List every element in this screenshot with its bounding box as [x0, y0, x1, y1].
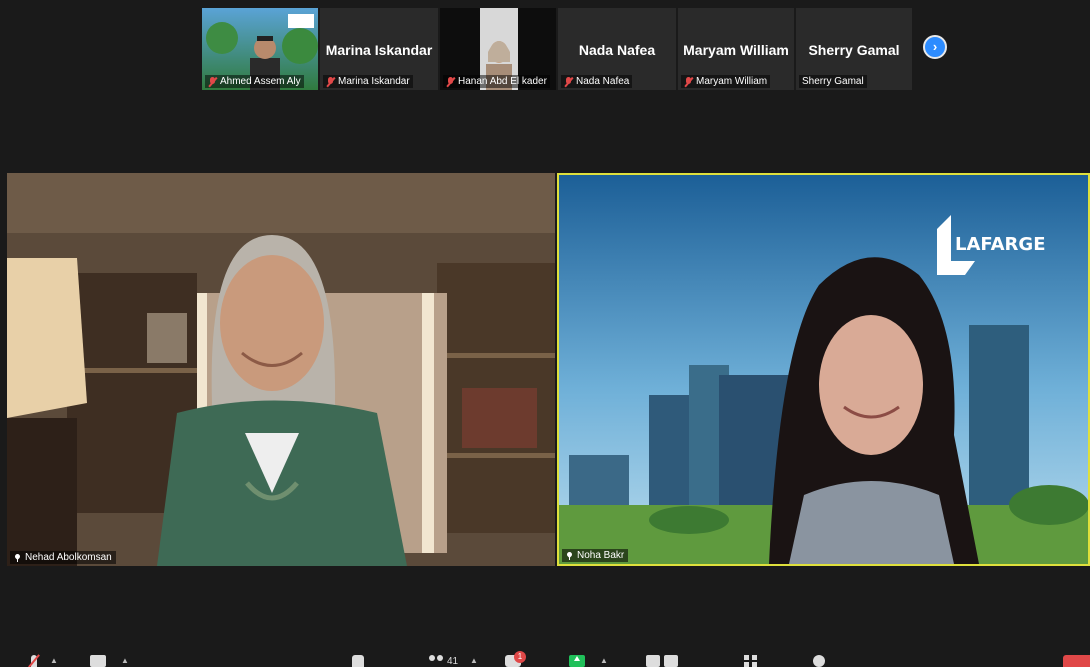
- participant-display-name: Marina Iskandar: [325, 42, 433, 58]
- chevron-up-icon[interactable]: ▲: [50, 656, 58, 665]
- apps-icon[interactable]: [744, 655, 758, 667]
- meeting-toolbar: ▲ ▲ ▲ ▲: [0, 650, 1090, 667]
- share-screen-icon[interactable]: [569, 655, 585, 667]
- mic-muted-icon: [564, 76, 573, 87]
- reactions-icon[interactable]: [813, 655, 825, 667]
- video-icon[interactable]: [90, 655, 106, 667]
- participant-label: Hanan Abd El kader: [443, 75, 550, 88]
- gallery-strip: Ahmed Assem Aly Marina Iskandar Marina I…: [201, 7, 913, 91]
- participant-name: Ahmed Assem Aly: [220, 76, 301, 87]
- participant-name: Nada Nafea: [576, 76, 630, 87]
- participant-name: Hanan Abd El kader: [458, 76, 547, 87]
- participant-display-name: Maryam William: [683, 42, 789, 58]
- participant-label: Marina Iskandar: [323, 75, 413, 88]
- mic-muted-icon: [208, 76, 217, 87]
- chevron-up-icon[interactable]: ▲: [600, 656, 608, 665]
- participant-name: Noha Bakr: [577, 550, 625, 561]
- participant-label: Noha Bakr: [562, 549, 629, 562]
- pin-icon: [14, 554, 21, 562]
- participant-name: Nehad Abolkomsan: [25, 552, 112, 563]
- mic-muted-icon[interactable]: [27, 655, 41, 667]
- participant-tile[interactable]: Maryam William Maryam William: [677, 7, 795, 91]
- participant-tile[interactable]: Hanan Abd El kader: [439, 7, 557, 91]
- record-icon[interactable]: [646, 655, 680, 667]
- participant-display-name: Nada Nafea: [578, 42, 656, 58]
- video-pane-right-active-speaker[interactable]: LAFARGE Noha Bakr: [557, 173, 1090, 566]
- mic-muted-icon: [326, 76, 335, 87]
- participant-tile[interactable]: Nada Nafea Nada Nafea: [557, 7, 677, 91]
- mic-muted-icon: [446, 76, 455, 87]
- participant-label: Sherry Gamal: [799, 75, 867, 88]
- chevron-up-icon[interactable]: ▲: [121, 656, 129, 665]
- participant-name: Sherry Gamal: [802, 76, 864, 87]
- participant-tile[interactable]: Marina Iskandar Marina Iskandar: [319, 7, 439, 91]
- participant-label: Nada Nafea: [561, 75, 633, 88]
- participant-tile[interactable]: Ahmed Assem Aly: [201, 7, 319, 91]
- chevron-up-icon[interactable]: ▲: [470, 656, 478, 665]
- participant-video: LAFARGE: [559, 175, 1088, 564]
- gallery-next-button[interactable]: ›: [923, 35, 947, 59]
- participant-name: Marina Iskandar: [338, 76, 410, 87]
- end-icon[interactable]: [1063, 655, 1090, 667]
- participant-label: Nehad Abolkomsan: [10, 551, 116, 564]
- participants-icon[interactable]: [428, 655, 444, 667]
- chat-badge: 1: [514, 651, 526, 663]
- svg-text:LAFARGE: LAFARGE: [955, 234, 1046, 255]
- participant-video: [7, 173, 555, 566]
- zoom-meeting-window: Ahmed Assem Aly Marina Iskandar Marina I…: [0, 0, 1090, 667]
- participant-label: Maryam William: [681, 75, 771, 88]
- participant-display-name: Sherry Gamal: [808, 42, 900, 58]
- participant-label: Ahmed Assem Aly: [205, 75, 304, 88]
- mic-muted-icon: [684, 76, 693, 87]
- chevron-right-icon: ›: [932, 39, 938, 54]
- security-icon[interactable]: [352, 655, 364, 667]
- pin-icon: [566, 552, 573, 560]
- participant-name: Maryam William: [696, 76, 768, 87]
- video-pane-left[interactable]: Nehad Abolkomsan: [7, 173, 555, 566]
- participants-count: 41: [447, 656, 459, 667]
- participant-tile[interactable]: Sherry Gamal Sherry Gamal: [795, 7, 913, 91]
